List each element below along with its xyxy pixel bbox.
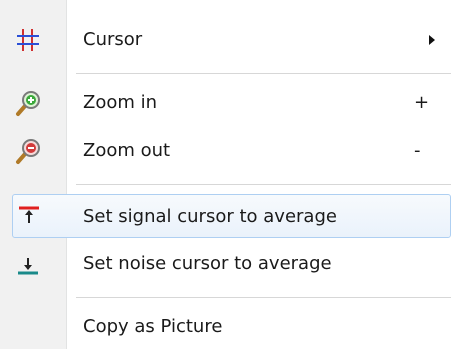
- noise-cursor-icon: [18, 258, 38, 275]
- menu-item-label: Copy as Picture: [83, 316, 223, 337]
- signal-cursor-icon: [19, 206, 39, 223]
- menu-item-label: Set noise cursor to average: [83, 253, 332, 274]
- zoom-out-icon: [16, 139, 40, 164]
- submenu-arrow-icon: [429, 35, 435, 45]
- shortcut-label: +: [414, 92, 430, 113]
- menu-item-copy-as-picture[interactable]: Copy as Picture: [0, 305, 451, 349]
- menu-item-zoom-out[interactable]: Zoom out -: [0, 129, 451, 173]
- menu-item-label: Zoom out: [83, 140, 171, 161]
- zoom-in-icon: [16, 91, 40, 116]
- menu-item-label: Cursor: [83, 29, 143, 50]
- grid-cursor-icon: [17, 29, 39, 51]
- context-menu: Cursor Zoom in + Zoom out - Set signal c…: [0, 0, 451, 349]
- menu-item-cursor[interactable]: Cursor: [0, 18, 451, 62]
- menu-item-set-signal-cursor[interactable]: Set signal cursor to average: [12, 194, 451, 238]
- menu-separator: [76, 184, 451, 185]
- menu-item-label: Set signal cursor to average: [83, 206, 337, 227]
- menu-item-set-noise-cursor[interactable]: Set noise cursor to average: [0, 242, 451, 286]
- menu-item-zoom-in[interactable]: Zoom in +: [0, 81, 451, 125]
- menu-separator: [76, 297, 451, 298]
- menu-item-label: Zoom in: [83, 92, 158, 113]
- menu-separator: [76, 73, 451, 74]
- shortcut-label: -: [414, 140, 421, 161]
